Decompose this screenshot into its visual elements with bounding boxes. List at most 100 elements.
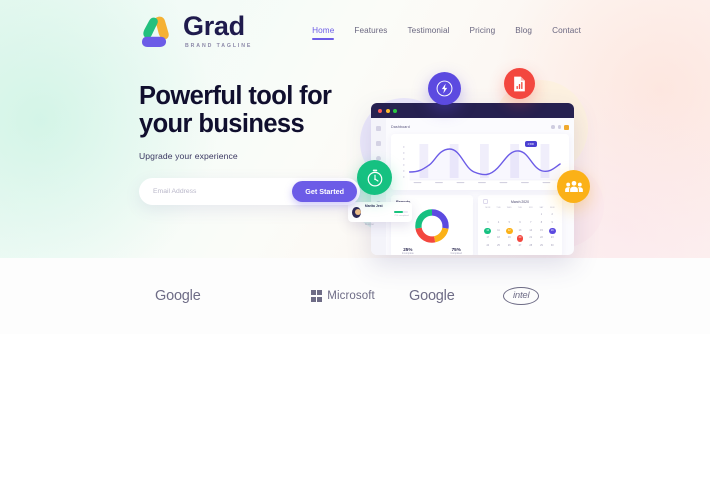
brand-logo[interactable]: Grad BRAND TAGLINE [139,13,252,50]
calendar-day-cell[interactable]: 24 [483,243,493,250]
reports-left-stat: 25% Incomplete [402,247,414,255]
email-signup-form: Get Started [139,178,360,206]
dashboard-mockup-window: Dashboard 4,500 25% Incomplete 75% Compl… [371,103,574,255]
chart-value-badge: 4,500 [524,141,537,147]
calendar-day-cell[interactable]: 26 [504,243,514,250]
dashboard-line-chart-card: 4,500 [391,134,569,190]
calendar-dow-label: THU [517,207,523,209]
brand-logo-google-1-label: Google [155,288,201,304]
reports-right-label: Completed [450,252,462,255]
brand-logo-google-2-label: Google [409,288,455,304]
dashboard-topbar-actions [551,124,569,130]
calendar-card: March 2020 MON TUE WED THU FRI SAT SUN 1234567… [478,195,562,255]
window-minimize-dot [385,108,390,113]
hero-title: Powerful tool for your business [139,82,379,138]
hero-copy: Powerful tool for your business Upgrade … [139,82,379,206]
hero-illustration: Dashboard 4,500 25% Incomplete 75% Compl… [348,68,604,273]
calendar-day-cell[interactable]: 23 [547,235,557,242]
team-icon-badge [557,170,590,203]
hero-title-line-1: Powerful tool for [139,82,332,110]
dashboard-content: Dashboard 4,500 25% Incomplete 75% Compl… [386,118,574,255]
dashboard-lower-row: Reports 25 [391,195,569,255]
calendar-day-cell [504,212,514,219]
flash-icon-badge [428,72,461,105]
calendar-days-grid: 1 2 3 4 5 6 7 8 9 10 11 12 13 14 15 16 17 18 19 20 21 22 23 24 2… [483,212,557,250]
calendar-day-cell[interactable]: 18 [494,235,504,242]
dashboard-window-title: Dashboard [391,125,410,129]
calendar-day-cell[interactable]: 29 [537,243,547,250]
calendar-day-cell[interactable]: 11 [494,228,504,235]
email-input[interactable] [153,188,293,196]
hero-subtitle: Upgrade your experience [139,151,238,162]
bell-icon [557,125,561,129]
calendar-day-cell[interactable]: 17 [483,235,493,242]
calendar-day-cell[interactable]: 10 [484,227,492,235]
calendar-dow-label: MON [485,207,491,209]
calendar-day-cell[interactable]: 27 [515,243,525,250]
calendar-day-cell[interactable]: 6 [515,220,525,227]
donut-svg [415,209,449,243]
calendar-prev-icon[interactable] [483,199,488,204]
calendar-day-cell[interactable]: 2 [547,212,557,219]
calendar-day-cell[interactable]: 16 [548,227,556,235]
hero-title-line-2: your business [139,110,305,139]
calendar-dow-label: TUE [496,207,501,209]
nav-item-pricing[interactable]: Pricing [470,26,496,40]
nav-item-home[interactable]: Home [312,26,335,40]
brand-logo-intel-label: intel [503,287,540,305]
brand-name: Grad [183,11,245,41]
calendar-day-cell[interactable]: 21 [526,235,536,242]
main-navigation: Grad BRAND TAGLINE Home Features Testimo… [0,0,710,64]
progress-label: 75% completed [394,214,409,217]
line-chart-svg [403,144,561,184]
calendar-day-cell[interactable]: 7 [526,220,536,227]
calendar-day-cell[interactable]: 15 [537,228,547,235]
calendar-day-cell[interactable]: 19 [504,235,514,242]
calendar-day-cell[interactable]: 13 [515,228,525,235]
brand-logo-google-1: Google [155,288,201,304]
search-icon [551,125,555,129]
reports-left-label: Incomplete [402,252,414,255]
calendar-day-cell[interactable]: 20 [516,235,524,242]
calendar-title: March 2020 [511,199,529,204]
nav-item-contact[interactable]: Contact [552,26,581,40]
document-chart-icon [514,76,525,91]
calendar-dow-row: MON TUE WED THU FRI SAT SUN [483,207,557,209]
calendar-day-cell[interactable]: 5 [504,220,514,227]
calendar-day-cell[interactable]: 9 [547,220,557,227]
calendar-day-cell[interactable]: 3 [483,220,493,227]
nav-item-testimonial[interactable]: Testimonial [407,26,449,40]
calendar-dow-label: SAT [539,207,544,209]
reports-right-stat: 75% Completed [450,247,462,255]
nav-item-features[interactable]: Features [354,26,387,40]
calendar-day-cell[interactable]: 14 [526,228,536,235]
reports-percentages: 25% Incomplete 75% Completed [396,247,468,255]
nav-item-blog[interactable]: Blog [515,26,532,40]
calendar-header: March 2020 [483,199,557,204]
calendar-day-cell[interactable]: 28 [526,243,536,250]
window-titlebar [371,103,574,118]
avatar [564,124,569,130]
calendar-day-cell[interactable]: 30 [547,243,557,250]
calendar-day-cell[interactable]: 4 [494,220,504,227]
calendar-day-cell[interactable]: 25 [494,243,504,250]
calendar-day-cell[interactable]: 8 [537,220,547,227]
avatar [352,206,361,218]
microsoft-grid-icon [311,290,323,302]
calendar-day-cell[interactable]: 12 [505,227,513,235]
get-started-button[interactable]: Get Started [292,181,357,203]
team-icon [564,180,583,193]
brand-logo-microsoft-label: Microsoft [327,290,375,302]
calendar-day-cell[interactable]: 1 [537,212,547,219]
brand-logo-intel: intel [503,287,540,305]
grad-logo-icon [139,14,177,50]
landing-page: Grad BRAND TAGLINE Home Features Testimo… [0,0,710,501]
calendar-day-cell [483,212,493,219]
calendar-dow-label: SUN [550,207,555,209]
calendar-day-cell[interactable]: 22 [537,235,547,242]
nav-links: Home Features Testimonial Pricing Blog C… [312,26,581,40]
calendar-day-cell [515,212,525,219]
user-role: Designer [364,224,375,226]
document-chart-icon-badge [504,68,535,99]
dashboard-topbar: Dashboard [391,122,569,132]
